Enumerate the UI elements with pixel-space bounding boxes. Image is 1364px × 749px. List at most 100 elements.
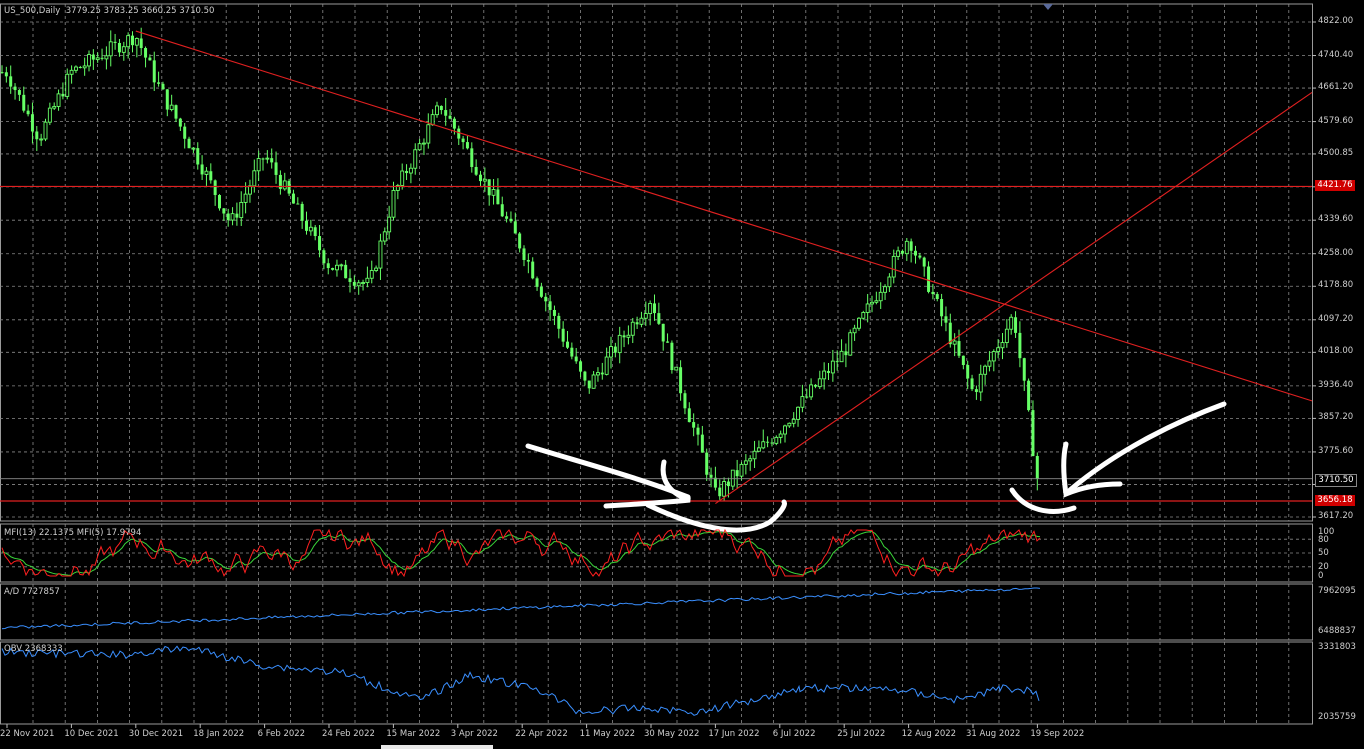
candle-bull (1004, 328, 1009, 344)
candle-bear (13, 86, 17, 91)
candle-bear (770, 442, 774, 444)
date-tick-label: 24 Feb 2022 (322, 729, 375, 739)
candle-bear (931, 291, 935, 295)
candle-bull (374, 267, 379, 271)
date-tick-label: 3 Apr 2022 (450, 729, 498, 739)
chart-header: US_500,Daily 3779.25 3783.25 3660.25 371… (4, 6, 214, 16)
candle-bear (461, 138, 465, 143)
chart-canvas[interactable] (0, 0, 1364, 749)
candle-bull (387, 216, 392, 233)
candle-bear (557, 315, 561, 329)
ad-axis-max: 7962095 (1318, 586, 1356, 596)
candle-bull (800, 396, 805, 408)
candle-bear (161, 83, 165, 90)
candle-bull (639, 317, 644, 325)
candle-bear (117, 42, 121, 53)
candle-bear (566, 341, 569, 348)
candle-bear (322, 250, 326, 264)
candle-bear (4, 72, 8, 77)
candle-bull (857, 317, 861, 329)
mfi-slow-line (1, 530, 1041, 576)
candle-bear (439, 105, 443, 111)
candle-bear (226, 213, 230, 221)
candle-bear (165, 89, 169, 110)
candle-bull (774, 436, 779, 444)
candle-bear (26, 110, 30, 115)
candle-bull (591, 374, 596, 389)
candle-bear (9, 76, 13, 87)
candle-bull (1000, 342, 1005, 349)
candle-bull (739, 463, 744, 477)
candle-bear (935, 294, 939, 300)
candle-bull (848, 332, 853, 356)
candle-bear (900, 250, 904, 254)
candle-bear (666, 341, 670, 343)
candle-bear (709, 474, 713, 478)
candle-bull (104, 55, 109, 60)
price-tick-label: 3857.20 (1318, 412, 1354, 423)
horizontal-line-tag-upper: 4421.76 (1315, 180, 1355, 191)
candle-bear (261, 158, 265, 160)
price-tick-label: 3617.20 (1318, 511, 1354, 521)
candle-bull (896, 250, 901, 257)
candle-bull (69, 69, 74, 75)
candle-bull (422, 142, 426, 145)
candle-bull (239, 201, 244, 219)
candle-bull (778, 433, 783, 438)
candle-bull (817, 378, 822, 388)
candle-bear (144, 48, 148, 58)
candle-bear (613, 346, 617, 353)
candle-bear (683, 393, 687, 409)
candle-bear (274, 162, 278, 175)
candle-bear (487, 179, 491, 196)
candle-bear (496, 189, 500, 205)
candle-bear (914, 250, 917, 256)
candle-bull (308, 226, 313, 232)
candle-bear (579, 361, 583, 372)
candle-bear (457, 128, 461, 139)
candle-bear (222, 208, 226, 214)
candle-bull (643, 313, 648, 319)
candle-bull (796, 406, 800, 420)
candle-bear (113, 41, 117, 43)
price-tick-label: 4018.00 (1318, 346, 1354, 357)
candle-bull (82, 65, 87, 69)
candle-bull (39, 138, 44, 141)
candle-bull (830, 360, 835, 374)
candle-bull (56, 93, 61, 107)
mfi-level-80: 80 (1318, 535, 1329, 545)
candle-bear (152, 60, 156, 83)
obv-axis-min: 2035759 (1318, 712, 1356, 722)
candle-bear (174, 105, 178, 119)
candle-bull (761, 441, 766, 449)
candle-bull (391, 189, 396, 218)
current-price-tag: 3710.50 (1315, 474, 1357, 487)
candle-bull (874, 300, 879, 303)
candle-bull (1009, 316, 1014, 330)
candle-bear (296, 203, 300, 205)
candle-bear (726, 481, 730, 487)
price-tick-label: 4178.80 (1318, 280, 1354, 291)
candle-bear (844, 351, 848, 356)
date-tick-label: 18 Jan 2022 (193, 729, 245, 739)
candle-bear (552, 309, 556, 316)
candle-bear (448, 115, 452, 119)
candle-bear (970, 378, 974, 390)
candle-bear (17, 90, 21, 95)
candle-bull (822, 370, 827, 380)
candle-bull (361, 282, 365, 285)
candle-bull (265, 157, 270, 160)
price-tick-label: 4579.60 (1318, 115, 1354, 126)
candle-bull (861, 312, 866, 319)
candle-bull (952, 340, 957, 345)
candle-bear (479, 174, 482, 182)
candle-bear (974, 389, 978, 392)
candle-bear (526, 259, 530, 262)
candle-bear (148, 57, 152, 61)
scroll-indicator (381, 745, 493, 749)
candle-bull (121, 46, 126, 53)
candle-bull (482, 178, 487, 182)
obv-label: OBV 2368333 (4, 644, 63, 654)
candle-bear (522, 248, 526, 260)
candle-bull (247, 185, 252, 195)
